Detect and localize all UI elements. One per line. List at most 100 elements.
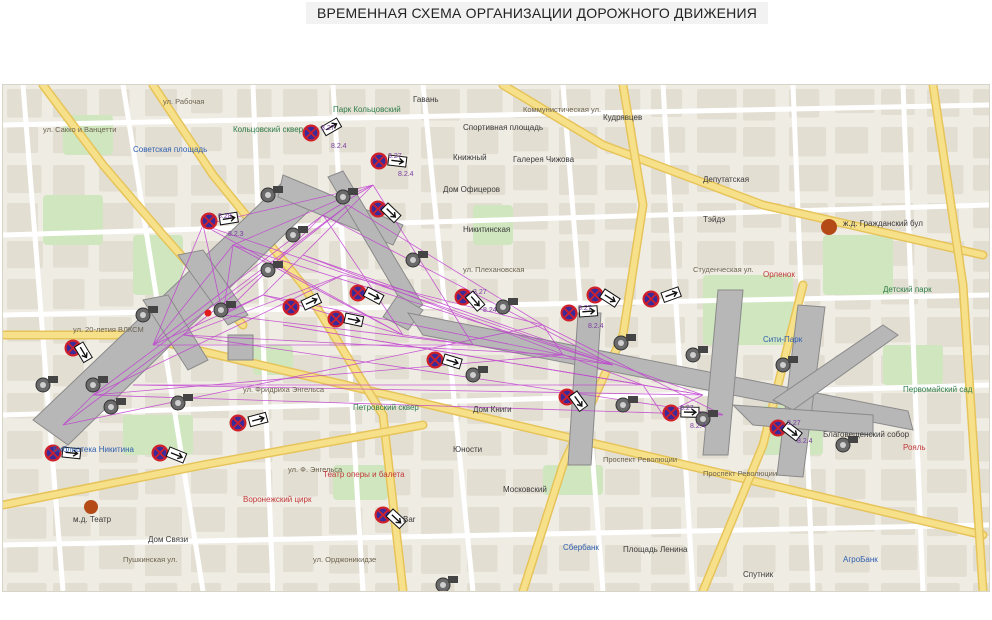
city-block <box>7 469 39 494</box>
location-pin-icon <box>821 219 837 235</box>
city-block <box>927 469 967 494</box>
city-block <box>7 431 43 459</box>
city-block <box>7 165 42 194</box>
city-block <box>743 127 776 157</box>
city-block <box>145 165 178 197</box>
map-label: Спортивная площадь <box>463 123 544 132</box>
map-label: Московский <box>503 485 547 494</box>
city-block <box>927 317 963 348</box>
city-block <box>881 545 918 571</box>
map-label: Гавань <box>413 95 439 104</box>
map-label: АгроБанк <box>843 555 878 564</box>
no-stopping-sign-icon <box>349 284 367 302</box>
city-block <box>329 241 369 270</box>
city-block <box>743 241 775 266</box>
no-stopping-sign-icon <box>560 304 578 322</box>
city-block <box>789 583 823 591</box>
city-block <box>145 583 178 591</box>
city-block <box>927 545 967 577</box>
city-block <box>7 507 47 539</box>
city-block <box>973 127 989 159</box>
map-label: Тэйдэ <box>703 215 726 224</box>
map-label: ул. Плехановская <box>463 265 525 274</box>
map-label: Коммунистическая ул. <box>523 105 602 114</box>
no-stopping-sign-icon <box>229 414 247 432</box>
map-label: Сбербанк <box>563 543 599 552</box>
no-stopping-sign-icon <box>426 351 444 369</box>
city-block <box>513 165 548 191</box>
map-label: Театр оперы и балета <box>323 470 405 479</box>
city-block <box>7 355 42 381</box>
city-block <box>467 241 504 269</box>
no-stopping-sign-icon <box>151 444 169 462</box>
city-block <box>467 507 500 533</box>
city-block <box>513 279 549 305</box>
city-block <box>743 545 776 573</box>
city-block <box>605 583 640 591</box>
sign-code-label: 3.27 <box>787 420 801 427</box>
city-block <box>605 469 640 496</box>
map-label: ул. 20-летия ВЛКСМ <box>73 325 144 334</box>
map-label: ж.д. Гражданский бул <box>843 219 923 228</box>
city-block <box>881 469 920 501</box>
city-block <box>651 583 689 591</box>
park-area <box>43 195 103 245</box>
no-stopping-sign-icon <box>662 404 680 422</box>
city-block <box>789 241 827 266</box>
city-block <box>191 507 226 532</box>
map-label: Рояль <box>903 443 926 452</box>
city-block <box>145 507 183 537</box>
map-canvas <box>3 85 989 591</box>
no-stopping-sign-icon <box>642 290 660 308</box>
map-label: Детский парк <box>883 285 932 294</box>
city-block <box>743 89 776 121</box>
city-block <box>927 393 961 424</box>
city-block <box>283 545 314 572</box>
no-stopping-sign-icon <box>327 310 345 328</box>
location-pin-icon <box>84 500 98 514</box>
sign-code-label: 8.2.3 <box>228 231 244 238</box>
city-block <box>7 279 40 310</box>
map-label: Bar <box>403 515 416 524</box>
map-label: Кольцовский сквер <box>233 125 304 134</box>
city-block <box>881 127 914 153</box>
city-block <box>743 583 774 591</box>
city-block <box>237 545 274 573</box>
city-block <box>835 469 866 500</box>
city-block <box>973 165 989 191</box>
sign-code-label: 8.24 <box>483 307 497 314</box>
city-block <box>835 583 869 591</box>
map-label: Дом Книги <box>473 405 512 414</box>
sign-code-label: 8.2.4 <box>797 438 813 445</box>
city-block <box>237 507 269 539</box>
map-label: ул. Орджоникидзе <box>313 555 377 564</box>
city-block <box>283 89 318 121</box>
city-block <box>283 507 322 537</box>
red-dot-marker-icon <box>204 309 212 317</box>
city-block <box>99 583 133 591</box>
city-block <box>651 203 684 233</box>
city-block <box>559 507 591 534</box>
city-block <box>697 89 737 120</box>
sign-code-label: 3.27 <box>321 125 335 132</box>
city-block <box>651 469 686 498</box>
city-block <box>283 317 318 342</box>
traffic-scheme-map[interactable]: ул. Сакко и Ванцетти ул. Рабочая Коммунист… <box>2 84 990 592</box>
city-block <box>191 431 223 456</box>
map-label: Благовещенский собор <box>823 430 910 439</box>
map-label: Никитинская <box>463 225 511 234</box>
map-label: Проспект Революции <box>703 469 778 478</box>
city-block <box>53 279 85 310</box>
page-title: ВРЕМЕННАЯ СХЕМА ОРГАНИЗАЦИИ ДОРОЖНОГО ДВ… <box>306 2 768 24</box>
map-label: ул. Фридриха Энгельса <box>243 385 325 394</box>
no-stopping-sign-icon <box>370 152 388 170</box>
sign-code-label: 8.2.4 <box>398 171 414 178</box>
map-label: Площадь Ленина <box>623 545 688 554</box>
city-block <box>881 583 921 591</box>
city-block <box>789 545 823 571</box>
city-block <box>605 165 636 191</box>
city-block <box>53 583 88 591</box>
map-label: Первомайский сад <box>903 385 973 394</box>
map-label: Проспект Революции <box>603 455 678 464</box>
no-stopping-sign-icon <box>302 124 320 142</box>
